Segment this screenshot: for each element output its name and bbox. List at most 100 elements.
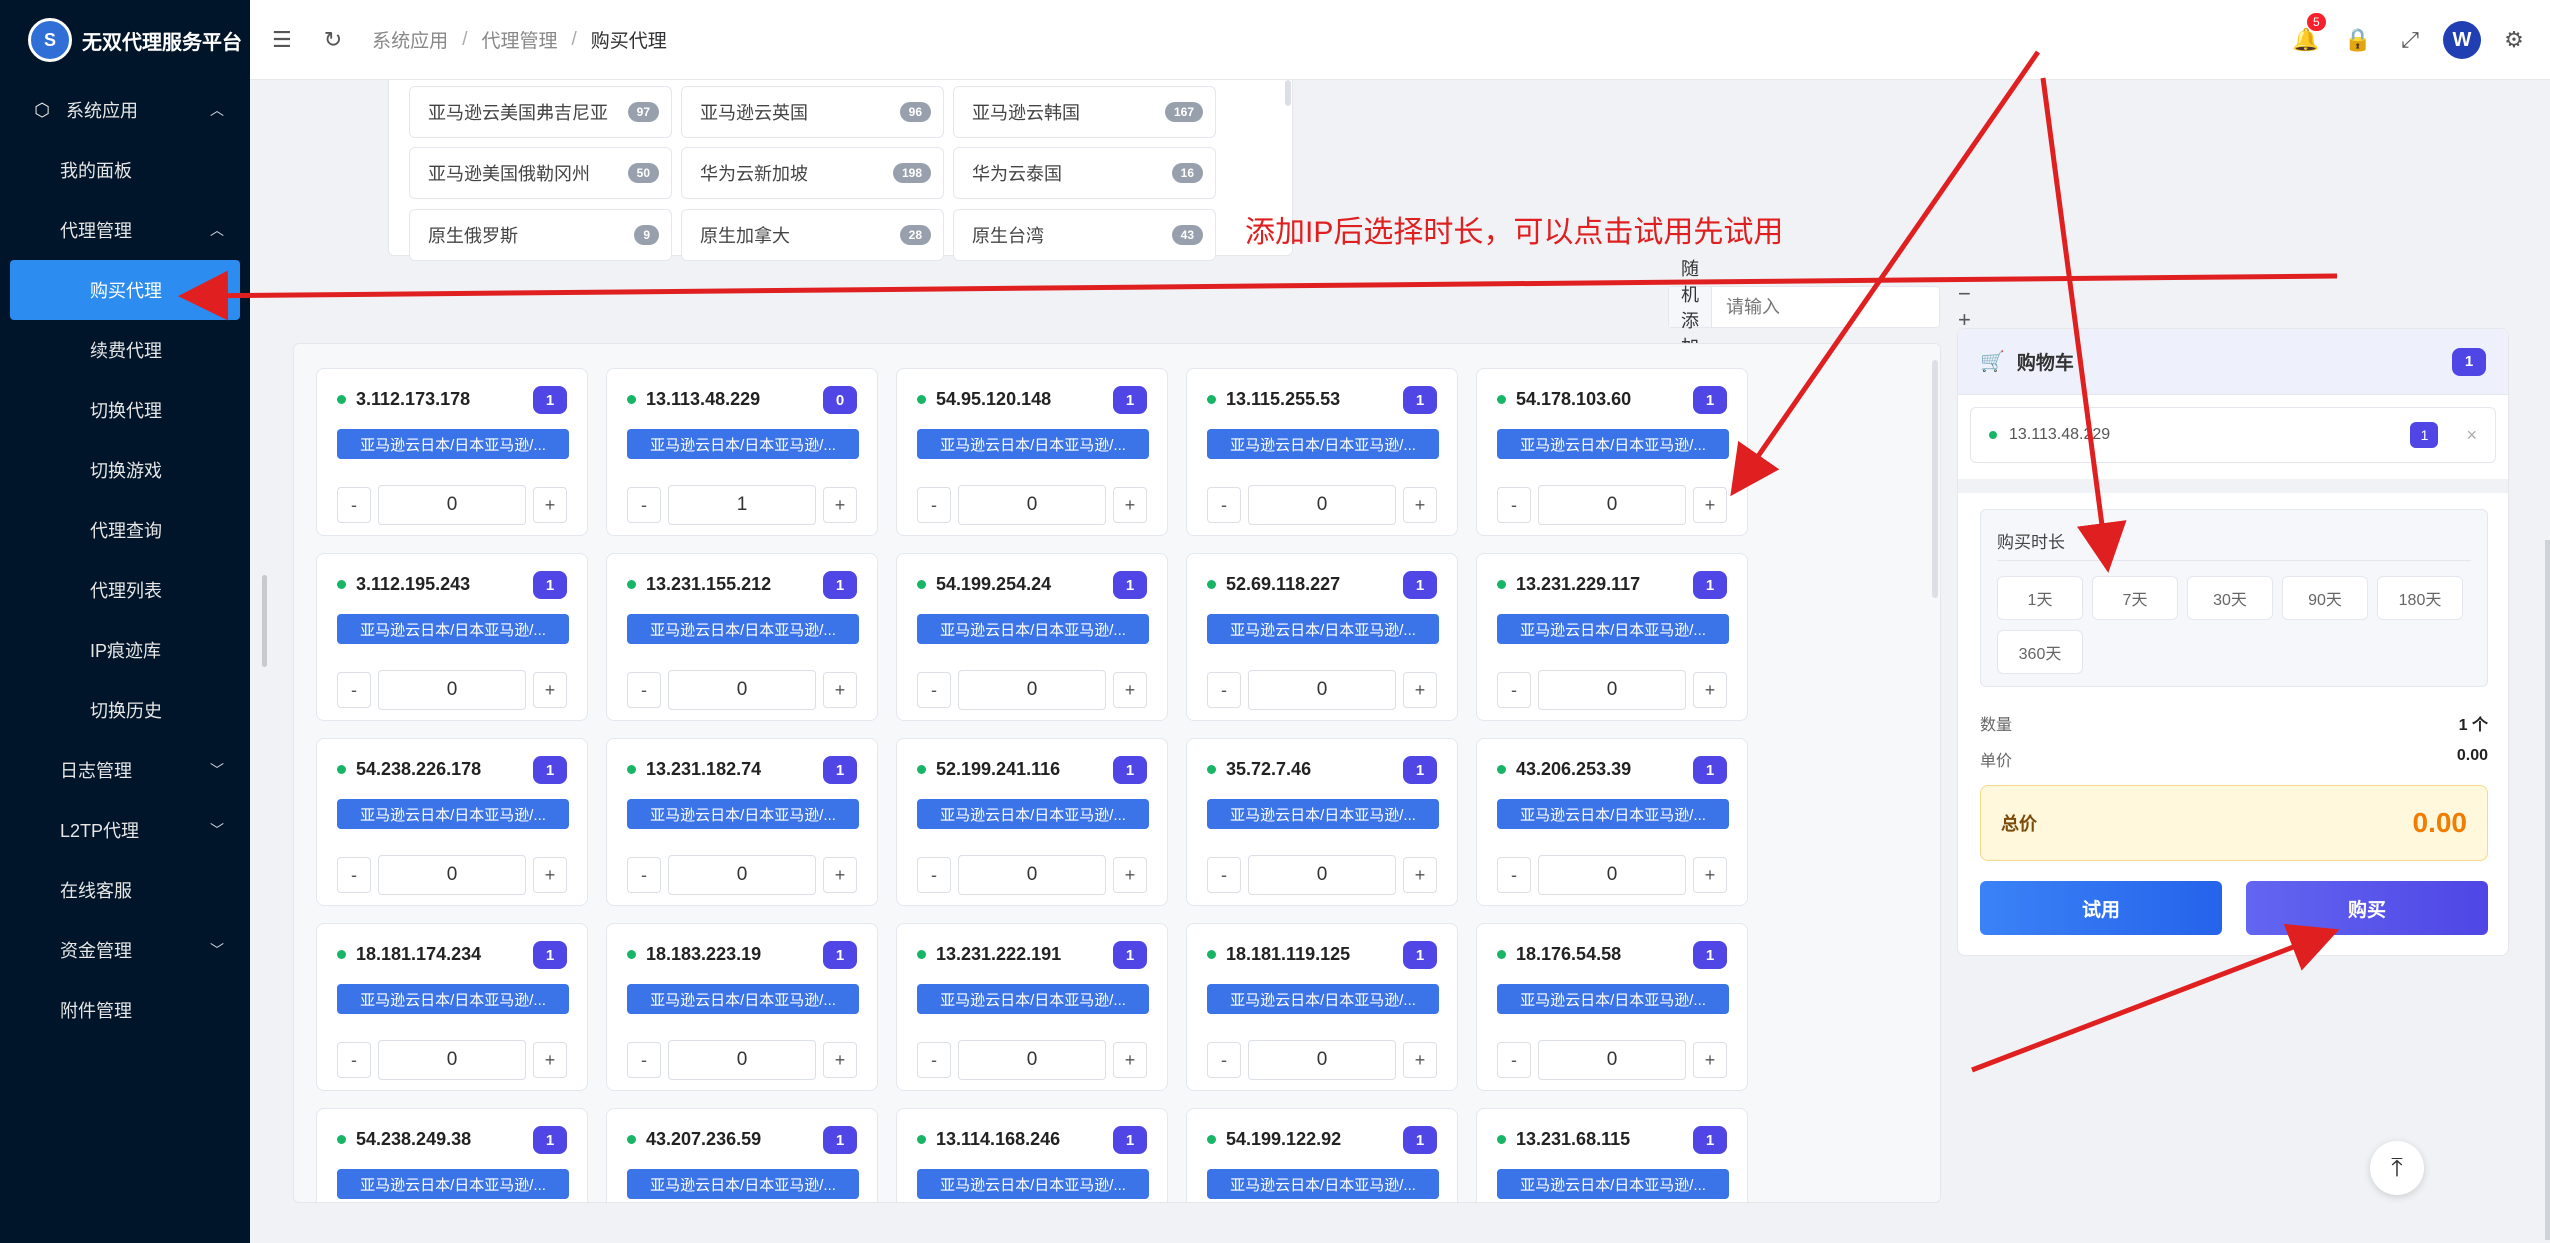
trial-button[interactable]: 试用 bbox=[1980, 881, 2222, 935]
decrement-button[interactable]: - bbox=[337, 1042, 371, 1078]
decrement-button[interactable]: - bbox=[627, 672, 661, 708]
lock-icon[interactable]: 🔒 bbox=[2332, 27, 2384, 53]
decrement-button[interactable]: - bbox=[1497, 672, 1531, 708]
sidebar-item[interactable]: L2TP代理 ﹀ bbox=[0, 800, 250, 860]
quantity-input[interactable]: 0 bbox=[378, 485, 526, 525]
decrement-button[interactable]: - bbox=[337, 672, 371, 708]
sidebar-item[interactable]: ⬡ 系统应用 ︿ bbox=[0, 80, 250, 140]
duration-option[interactable]: 1天 bbox=[1997, 576, 2083, 620]
quantity-input[interactable]: 0 bbox=[1538, 485, 1686, 525]
sidebar-item[interactable]: 代理列表 bbox=[0, 560, 250, 620]
quantity-input[interactable]: 0 bbox=[1248, 855, 1396, 895]
increment-button[interactable]: + bbox=[1113, 487, 1147, 523]
decrement-button[interactable]: - bbox=[627, 1042, 661, 1078]
decrement-button[interactable]: - bbox=[917, 1042, 951, 1078]
duration-option[interactable]: 7天 bbox=[2092, 576, 2178, 620]
page-scrollbar[interactable] bbox=[2545, 540, 2550, 1240]
increment-button[interactable]: + bbox=[1693, 1042, 1727, 1078]
back-to-top-icon[interactable]: ⤒ bbox=[2370, 1141, 2424, 1195]
sidebar-item[interactable]: 购买代理 bbox=[10, 260, 240, 320]
duration-option[interactable]: 90天 bbox=[2282, 576, 2368, 620]
decrement-button[interactable]: - bbox=[337, 857, 371, 893]
quantity-input[interactable]: 0 bbox=[668, 670, 816, 710]
close-icon[interactable]: × bbox=[2466, 425, 2477, 446]
increment-button[interactable]: + bbox=[1403, 487, 1437, 523]
decrement-button[interactable]: - bbox=[627, 857, 661, 893]
region-item[interactable]: 华为云泰国 16 bbox=[953, 147, 1216, 199]
sidebar-item[interactable]: 附件管理 bbox=[0, 980, 250, 1040]
sidebar-item[interactable]: IP痕迹库 bbox=[0, 620, 250, 680]
decrement-button[interactable]: - bbox=[1207, 857, 1241, 893]
decrement-button[interactable]: - bbox=[1497, 1042, 1531, 1078]
decrement-button[interactable]: - bbox=[337, 487, 371, 523]
increment-button[interactable]: + bbox=[533, 672, 567, 708]
menu-fold-icon[interactable]: ☰ bbox=[272, 27, 292, 53]
increment-button[interactable]: + bbox=[1403, 857, 1437, 893]
decrement-button[interactable]: - bbox=[1497, 857, 1531, 893]
decrement-button[interactable]: - bbox=[1207, 1042, 1241, 1078]
quantity-input[interactable]: 0 bbox=[668, 1040, 816, 1080]
breadcrumb-item[interactable]: 系统应用 bbox=[372, 26, 448, 53]
bell-icon[interactable]: 🔔 5 bbox=[2280, 13, 2332, 53]
random-add-input[interactable] bbox=[1712, 296, 1958, 318]
region-scrollbar[interactable] bbox=[1285, 80, 1291, 106]
decrement-button[interactable]: - bbox=[1207, 487, 1241, 523]
increment-button[interactable]: + bbox=[1113, 672, 1147, 708]
sidebar-item[interactable]: 续费代理 bbox=[0, 320, 250, 380]
quantity-input[interactable]: 0 bbox=[958, 485, 1106, 525]
gear-icon[interactable]: ⚙ bbox=[2488, 27, 2540, 53]
fullscreen-icon[interactable]: ⤢ bbox=[2384, 27, 2436, 53]
ip-grid-scrollbar[interactable] bbox=[1932, 360, 1938, 598]
region-item[interactable]: 原生加拿大 28 bbox=[681, 209, 944, 261]
sidebar-item[interactable]: 代理查询 bbox=[0, 500, 250, 560]
sidebar-item[interactable]: 切换代理 bbox=[0, 380, 250, 440]
decrement-button[interactable]: - bbox=[917, 487, 951, 523]
quantity-input[interactable]: 0 bbox=[1538, 670, 1686, 710]
increment-button[interactable]: + bbox=[1113, 1042, 1147, 1078]
sidebar-item[interactable]: 代理管理 ︿ bbox=[0, 200, 250, 260]
region-item[interactable]: 亚马逊云英国 96 bbox=[681, 86, 944, 138]
increment-button[interactable]: + bbox=[1693, 857, 1727, 893]
sidebar-item[interactable]: 在线客服 bbox=[0, 860, 250, 920]
sidebar-item[interactable]: 资金管理 ﹀ bbox=[0, 920, 250, 980]
region-item[interactable]: 亚马逊美国俄勒冈州 50 bbox=[409, 147, 672, 199]
quantity-input[interactable]: 0 bbox=[668, 855, 816, 895]
region-item[interactable]: 亚马逊云美国弗吉尼亚 97 bbox=[409, 86, 672, 138]
region-item[interactable]: 华为云新加坡 198 bbox=[681, 147, 944, 199]
quantity-input[interactable]: 0 bbox=[378, 855, 526, 895]
avatar[interactable]: W bbox=[2436, 21, 2488, 59]
quantity-input[interactable]: 0 bbox=[1248, 1040, 1396, 1080]
increment-button[interactable]: + bbox=[533, 487, 567, 523]
quantity-input[interactable]: 0 bbox=[1248, 670, 1396, 710]
sidebar-item[interactable]: 我的面板 bbox=[0, 140, 250, 200]
region-item[interactable]: 亚马逊云韩国 167 bbox=[953, 86, 1216, 138]
decrement-button[interactable]: - bbox=[917, 672, 951, 708]
quantity-input[interactable]: 1 bbox=[668, 485, 816, 525]
refresh-icon[interactable]: ↻ bbox=[324, 27, 342, 53]
random-add-stepper[interactable]: −+ bbox=[1958, 281, 1991, 333]
decrement-button[interactable]: - bbox=[1207, 672, 1241, 708]
increment-button[interactable]: + bbox=[823, 672, 857, 708]
buy-button[interactable]: 购买 bbox=[2246, 881, 2488, 935]
duration-option[interactable]: 180天 bbox=[2377, 576, 2463, 620]
quantity-input[interactable]: 0 bbox=[1538, 1040, 1686, 1080]
increment-button[interactable]: + bbox=[1113, 857, 1147, 893]
increment-button[interactable]: + bbox=[533, 1042, 567, 1078]
increment-button[interactable]: + bbox=[1693, 487, 1727, 523]
quantity-input[interactable]: 0 bbox=[958, 855, 1106, 895]
sidebar-item[interactable]: 切换游戏 bbox=[0, 440, 250, 500]
quantity-input[interactable]: 0 bbox=[1538, 855, 1686, 895]
increment-button[interactable]: + bbox=[823, 857, 857, 893]
breadcrumb-item[interactable]: 代理管理 bbox=[481, 26, 557, 53]
sidebar-item[interactable]: 日志管理 ﹀ bbox=[0, 740, 250, 800]
sidebar-scrollbar[interactable] bbox=[262, 575, 267, 667]
increment-button[interactable]: + bbox=[1693, 672, 1727, 708]
increment-button[interactable]: + bbox=[823, 1042, 857, 1078]
increment-button[interactable]: + bbox=[1403, 1042, 1437, 1078]
region-item[interactable]: 原生台湾 43 bbox=[953, 209, 1216, 261]
quantity-input[interactable]: 0 bbox=[378, 1040, 526, 1080]
duration-option[interactable]: 360天 bbox=[1997, 630, 2083, 674]
increment-button[interactable]: + bbox=[1403, 672, 1437, 708]
decrement-button[interactable]: - bbox=[917, 857, 951, 893]
duration-option[interactable]: 30天 bbox=[2187, 576, 2273, 620]
